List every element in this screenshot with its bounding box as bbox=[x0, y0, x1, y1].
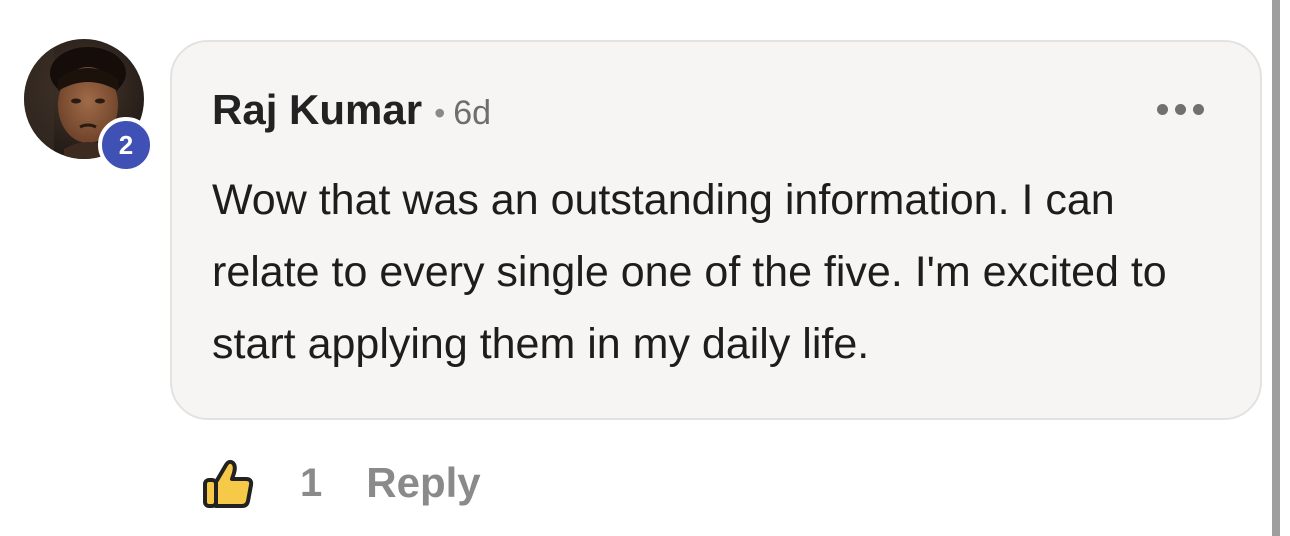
comment-timestamp: 6d bbox=[453, 94, 492, 132]
reply-button[interactable]: Reply bbox=[366, 459, 480, 507]
scrollbar[interactable] bbox=[1272, 0, 1280, 536]
thumbs-up-icon bbox=[203, 459, 254, 508]
author-name[interactable]: Raj Kumar bbox=[212, 86, 422, 134]
comment-page: 2 Raj Kumar • 6d Wow that was an outstan… bbox=[0, 0, 1290, 536]
comment-text: Wow that was an outstanding information.… bbox=[212, 176, 1167, 368]
meta-separator: • bbox=[434, 95, 446, 131]
like-button[interactable] bbox=[200, 455, 256, 511]
more-dot bbox=[1175, 104, 1186, 115]
more-dot bbox=[1193, 104, 1204, 115]
comment-header: Raj Kumar • 6d bbox=[212, 86, 491, 134]
like-count: 1 bbox=[300, 460, 323, 505]
more-horizontal-icon[interactable] bbox=[1157, 104, 1204, 115]
author-avatar-container[interactable]: 2 bbox=[24, 39, 154, 173]
comment-bubble: Raj Kumar • 6d Wow that was an outstandi… bbox=[170, 40, 1262, 420]
more-dot bbox=[1157, 104, 1168, 115]
level-badge: 2 bbox=[98, 117, 154, 173]
comment-actions: 1 Reply bbox=[200, 452, 481, 514]
